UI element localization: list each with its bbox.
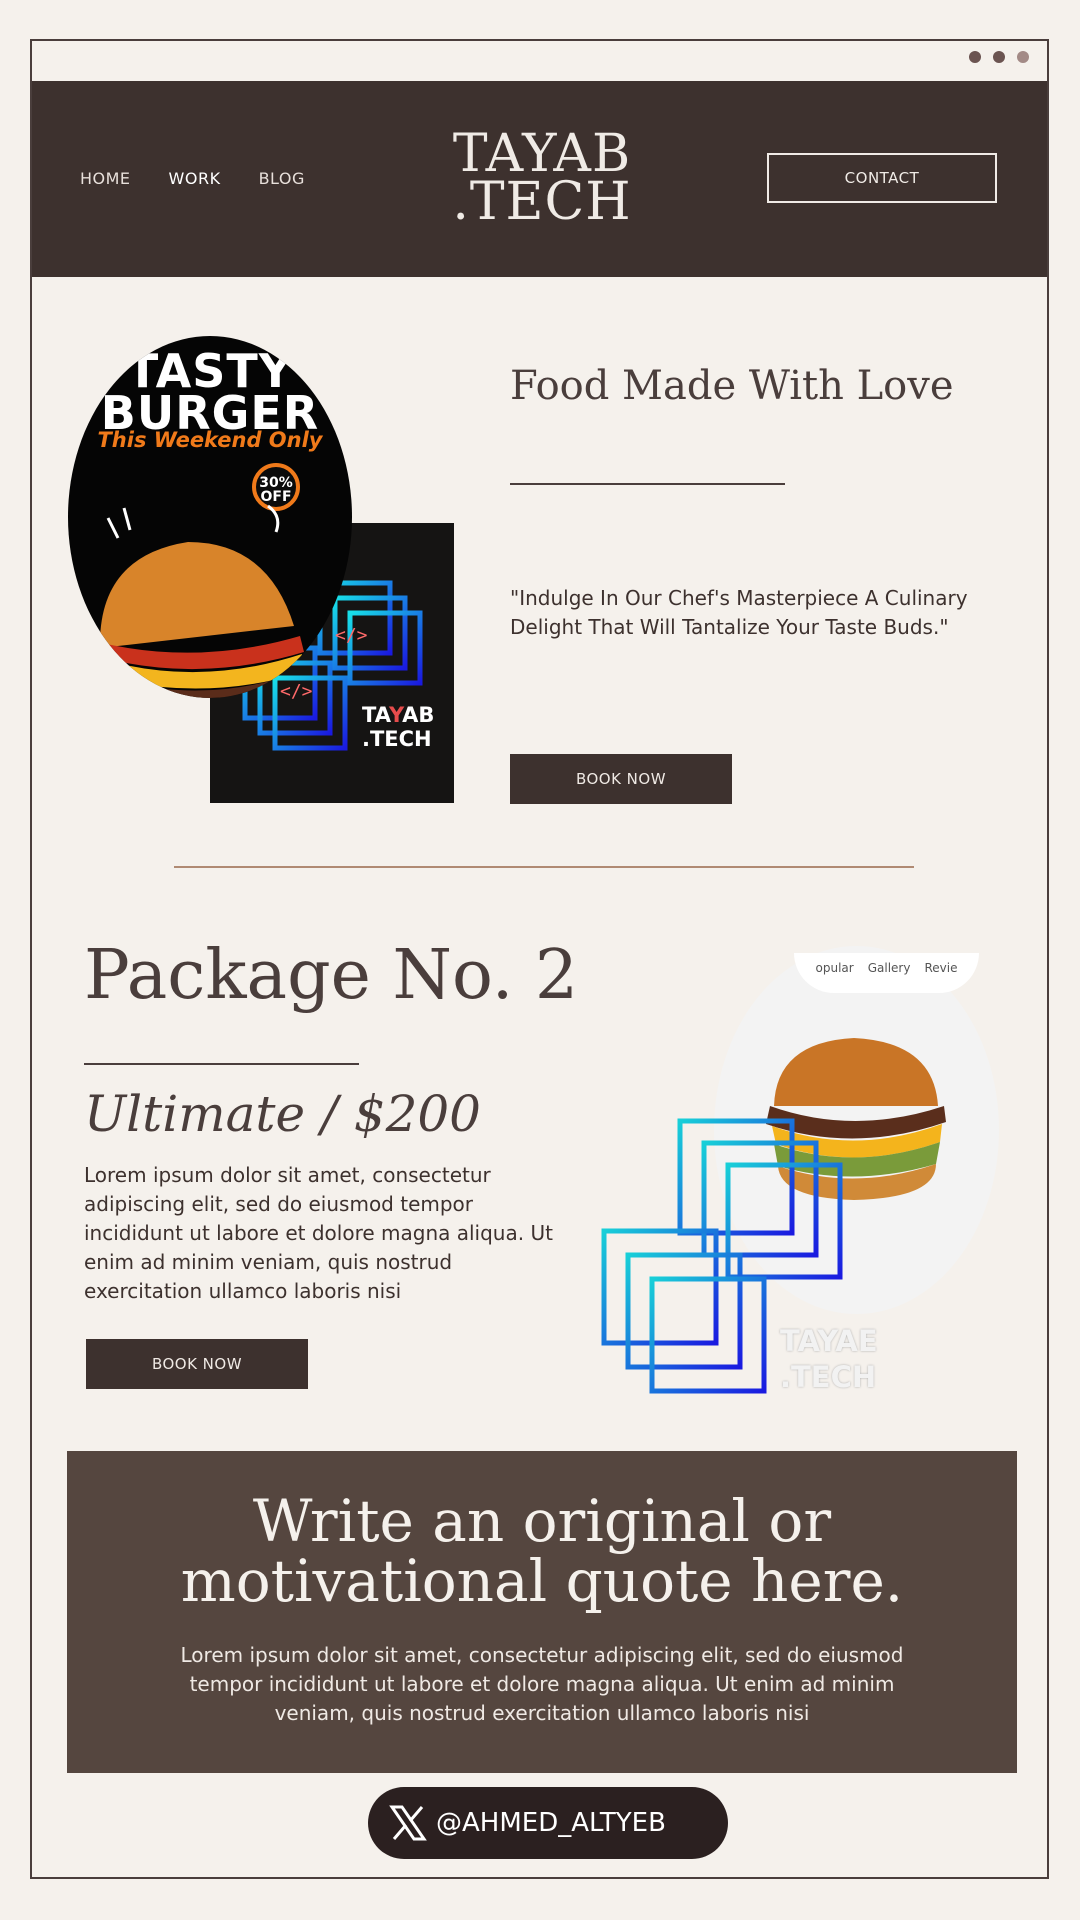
book-now-button-1[interactable]: BOOK NOW [510,754,732,804]
nav-work[interactable]: WORK [169,169,221,188]
nav-blog[interactable]: BLOG [259,169,305,188]
card-logo: TAYAB .TECH [362,703,434,751]
package-card-logo-line2: .TECH [780,1360,877,1394]
tab-gallery[interactable]: Gallery [868,961,911,993]
main-nav: HOME WORK BLOG [80,169,305,188]
package-title: Package No. 2 [84,936,579,1015]
quote-title: Write an original or motivational quote … [67,1491,1017,1611]
tab-reviews[interactable]: Revie [924,961,957,993]
package-subtitle: Ultimate / $200 [84,1085,481,1143]
card-logo-part3: AB [402,703,435,727]
window-dot-1[interactable] [969,51,981,63]
site-header: HOME WORK BLOG TAYAB .TECH CONTACT [32,81,1047,277]
quote-title-line-2: motivational quote here. [180,1547,904,1615]
tab-popular[interactable]: opular [816,961,854,993]
package-description: Lorem ipsum dolor sit amet, consectetur … [84,1163,553,1303]
book-now-button-2[interactable]: BOOK NOW [86,1339,308,1389]
quote-section: Write an original or motivational quote … [67,1451,1017,1773]
burger-icon [96,504,304,698]
window-controls [969,51,1029,63]
window-dot-2[interactable] [993,51,1005,63]
quote-body: Lorem ipsum dolor sit amet, consectetur … [180,1643,904,1725]
card-logo-line2: .TECH [362,727,432,751]
window-dot-3[interactable] [1017,51,1029,63]
package-card-logo: TAYAE .TECH [780,1323,878,1395]
section1-title: Food Made With Love [510,363,954,409]
card-logo-part2: Y [388,703,403,727]
section-divider [174,866,914,868]
package-card-logo-line1: TAYAE [780,1324,878,1358]
social-handle: @AHMED_ALTYEB [436,1808,666,1838]
site-logo[interactable]: TAYAB .TECH [432,128,652,232]
x-logo-icon [389,1805,427,1841]
contact-button[interactable]: CONTACT [767,153,997,203]
gallery-tab-bar: opular Gallery Revie [794,953,979,993]
card-logo-part1: TA [362,703,389,727]
page-frame: HOME WORK BLOG TAYAB .TECH CONTACT </> <… [30,39,1049,1879]
package-rule [84,1063,359,1065]
section1-quote: "Indulge In Our Chef's Masterpiece A Cul… [510,586,968,639]
burger-promo-image: TASTY BURGER This Weekend Only 30% OFF [68,336,352,698]
quote-title-line-1: Write an original or [252,1487,832,1555]
logo-line-2: .TECH [452,171,632,232]
section1-rule [510,483,785,485]
social-handle-button[interactable]: @AHMED_ALTYEB [368,1787,728,1859]
nav-home[interactable]: HOME [80,169,131,188]
